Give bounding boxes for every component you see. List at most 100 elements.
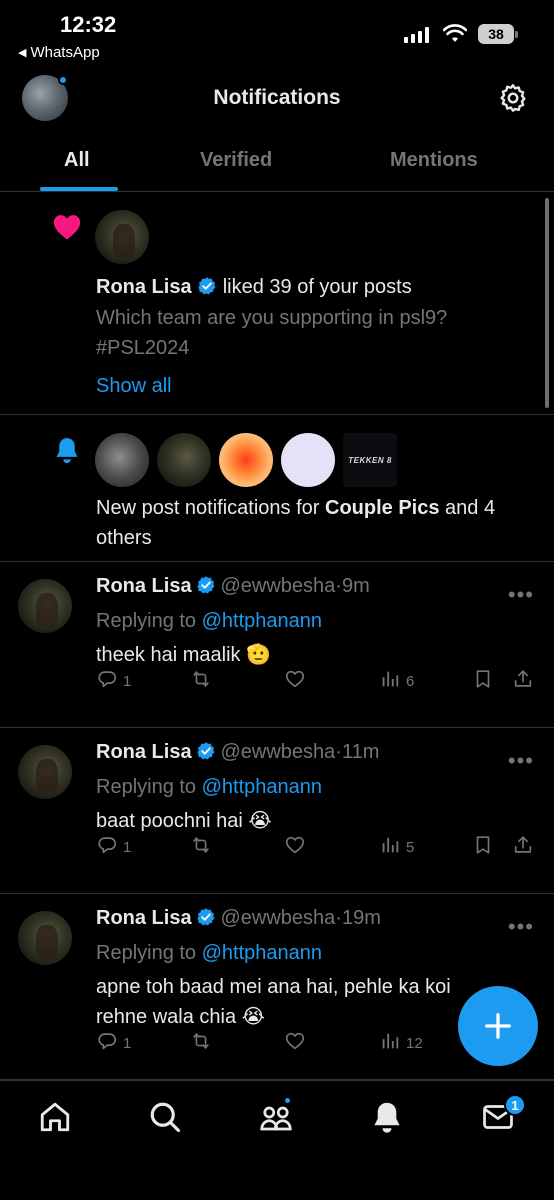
back-to-app-link[interactable]: ◀ WhatsApp bbox=[18, 44, 100, 61]
like-button[interactable] bbox=[284, 668, 311, 694]
avatar[interactable] bbox=[95, 210, 149, 264]
separator-dot: · bbox=[335, 741, 342, 763]
more-options-icon[interactable]: ••• bbox=[508, 582, 534, 608]
share-button[interactable] bbox=[512, 834, 534, 860]
status-time: 12:32 bbox=[60, 12, 117, 37]
tweet-text: theek hai maalik 🫡 bbox=[96, 644, 271, 666]
reply-count: 1 bbox=[123, 838, 132, 856]
replying-to-handle[interactable]: @httphanann bbox=[202, 776, 322, 798]
tweet-author-handle[interactable]: @ewwbesha bbox=[220, 575, 335, 597]
replying-to-line: Replying to @httphanann bbox=[96, 772, 322, 802]
avatar[interactable] bbox=[18, 911, 72, 965]
like-button[interactable] bbox=[284, 834, 311, 860]
retweet-button[interactable] bbox=[190, 1030, 217, 1056]
views-icon bbox=[379, 668, 401, 694]
compose-button[interactable] bbox=[458, 986, 538, 1066]
notification-new-posts[interactable]: TEKKEN 8 New post notifications for Coup… bbox=[0, 415, 554, 562]
avatar[interactable] bbox=[157, 433, 211, 487]
views-count: 5 bbox=[406, 838, 415, 856]
reply-tweet[interactable]: Rona Lisa @ewwbesha·11m ••• Replying to @h… bbox=[0, 728, 554, 894]
search-icon[interactable] bbox=[147, 1099, 183, 1135]
new-posts-prefix: New post notifications for bbox=[96, 497, 320, 519]
wifi-icon bbox=[443, 24, 467, 42]
tweet-actions: 15 bbox=[96, 834, 536, 860]
tweet-text: baat poochni hai 😭 bbox=[96, 810, 272, 832]
status-bar: 12:32 ◀ WhatsApp 38 bbox=[0, 0, 554, 70]
like-icon bbox=[284, 834, 306, 860]
bookmark-button[interactable] bbox=[472, 834, 494, 860]
reply-tweet[interactable]: Rona Lisa @ewwbesha·9m ••• Replying to @ht… bbox=[0, 562, 554, 728]
show-all-link[interactable]: Show all bbox=[96, 371, 172, 401]
like-button[interactable] bbox=[284, 1030, 311, 1056]
tweet-text: apne toh baad mei ana hai, pehle ka koi … bbox=[96, 976, 451, 1028]
verified-badge-icon bbox=[197, 742, 215, 760]
retweet-button[interactable] bbox=[190, 668, 217, 694]
replying-to-handle[interactable]: @httphanann bbox=[202, 942, 322, 964]
share-icon bbox=[512, 834, 534, 860]
replying-to-prefix: Replying to bbox=[96, 942, 197, 964]
tweet-author-name[interactable]: Rona Lisa bbox=[96, 741, 192, 763]
like-icon bbox=[284, 668, 306, 694]
verified-badge-icon bbox=[198, 277, 216, 295]
more-options-icon[interactable]: ••• bbox=[508, 914, 534, 940]
separator-dot: · bbox=[335, 575, 342, 597]
header: Notifications bbox=[0, 70, 554, 130]
messages-badge: 1 bbox=[504, 1094, 526, 1116]
avatar[interactable] bbox=[219, 433, 273, 487]
share-button[interactable] bbox=[512, 668, 534, 694]
tab-mentions[interactable]: Mentions bbox=[390, 149, 478, 172]
reply-count: 1 bbox=[123, 1034, 132, 1052]
tab-verified[interactable]: Verified bbox=[200, 149, 272, 172]
retweet-icon bbox=[190, 834, 212, 860]
reply-button[interactable]: 1 bbox=[96, 834, 131, 860]
retweet-button[interactable] bbox=[190, 834, 217, 860]
gear-icon[interactable] bbox=[497, 82, 529, 114]
bell-icon[interactable] bbox=[369, 1099, 405, 1135]
retweet-icon bbox=[190, 668, 212, 694]
new-posts-account[interactable]: Couple Pics bbox=[325, 497, 439, 519]
battery-indicator: 38 bbox=[478, 24, 518, 44]
replying-to-handle[interactable]: @httphanann bbox=[202, 610, 322, 632]
heart-icon bbox=[53, 215, 81, 240]
reply-button[interactable]: 1 bbox=[96, 1030, 131, 1056]
bottom-nav: 1 bbox=[0, 1080, 554, 1200]
views-button[interactable]: 12 bbox=[379, 1030, 423, 1056]
views-button[interactable]: 5 bbox=[379, 834, 414, 860]
avatar[interactable] bbox=[95, 433, 149, 487]
page-title: Notifications bbox=[213, 86, 341, 109]
back-triangle-icon: ◀ bbox=[18, 47, 27, 59]
plus-icon bbox=[485, 1013, 511, 1039]
followed-accounts-avatars: TEKKEN 8 bbox=[95, 433, 397, 487]
tab-all[interactable]: All bbox=[64, 149, 90, 172]
reply-icon bbox=[96, 668, 118, 694]
tweet-author-handle[interactable]: @ewwbesha bbox=[220, 741, 335, 763]
avatar[interactable] bbox=[18, 579, 72, 633]
tweet-timestamp: 19m bbox=[341, 907, 381, 929]
liked-post-text: Which team are you supporting in psl9? #… bbox=[96, 307, 448, 359]
like-user-name[interactable]: Rona Lisa bbox=[96, 276, 192, 298]
communities-dot-indicator bbox=[283, 1096, 292, 1105]
tweet-timestamp: 11m bbox=[341, 741, 380, 763]
views-count: 6 bbox=[406, 672, 415, 690]
tweet-author-name[interactable]: Rona Lisa bbox=[96, 907, 192, 929]
like-action-text: liked 39 of your posts bbox=[222, 276, 412, 298]
like-icon bbox=[284, 1030, 306, 1056]
bookmark-button[interactable] bbox=[472, 668, 494, 694]
reply-button[interactable]: 1 bbox=[96, 668, 131, 694]
views-button[interactable]: 6 bbox=[379, 668, 414, 694]
tweet-author-handle[interactable]: @ewwbesha bbox=[220, 907, 335, 929]
tekken-avatar[interactable]: TEKKEN 8 bbox=[343, 433, 397, 487]
share-icon bbox=[512, 668, 534, 694]
tweet-timestamp: 9m bbox=[341, 575, 370, 597]
more-options-icon[interactable]: ••• bbox=[508, 748, 534, 774]
views-icon bbox=[379, 834, 401, 860]
replying-to-line: Replying to @httphanann bbox=[96, 938, 322, 968]
home-icon[interactable] bbox=[37, 1099, 73, 1135]
avatar[interactable] bbox=[18, 745, 72, 799]
bell-icon bbox=[56, 438, 78, 464]
cellular-signal-icon bbox=[404, 27, 429, 43]
views-icon bbox=[379, 1030, 401, 1056]
avatar[interactable] bbox=[281, 433, 335, 487]
notification-like[interactable]: Rona Lisa liked 39 of your posts Which t… bbox=[0, 193, 554, 415]
tweet-author-name[interactable]: Rona Lisa bbox=[96, 575, 192, 597]
